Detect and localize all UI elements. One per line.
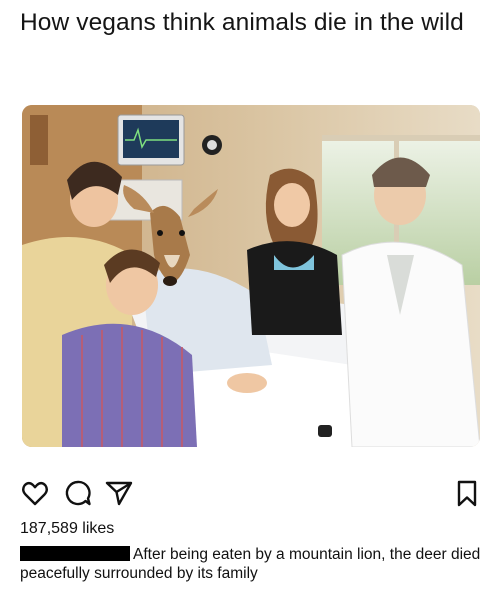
heart-icon[interactable] bbox=[20, 478, 50, 508]
deer-hospital-photo bbox=[22, 105, 480, 447]
post-title: How vegans think animals die in the wild bbox=[20, 9, 464, 36]
redacted-username bbox=[20, 546, 130, 561]
post-photo[interactable] bbox=[22, 105, 480, 447]
bookmark-icon[interactable] bbox=[452, 478, 482, 508]
post-caption: After being eaten by a mountain lion, th… bbox=[20, 545, 490, 583]
send-icon[interactable] bbox=[104, 478, 134, 508]
post-actions-bar bbox=[0, 478, 500, 508]
comment-icon[interactable] bbox=[63, 478, 93, 508]
likes-count[interactable]: 187,589 likes bbox=[20, 520, 114, 538]
